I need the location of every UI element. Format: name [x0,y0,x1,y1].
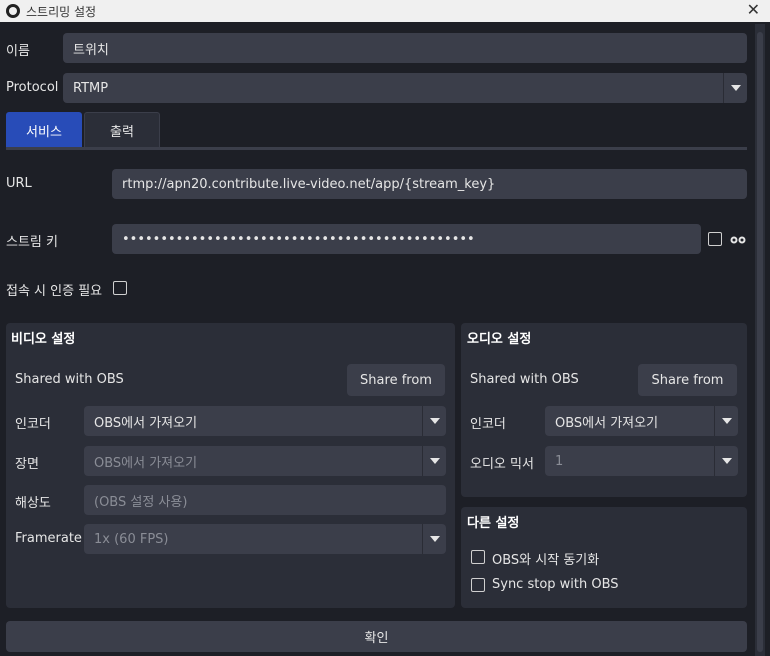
video-settings-title: 비디오 설정 [11,332,76,347]
sync-stop-label: Sync stop with OBS [492,577,619,592]
chevron-down-icon [723,73,747,103]
chevron-down-icon [714,446,738,476]
audio-mixer-label: 오디오 믹서 [470,457,534,472]
audio-encoder-value: OBS에서 가져오기 [555,415,659,431]
framerate-value: 1x (60 FPS) [94,531,169,547]
chevron-down-icon [714,406,738,436]
stream-key-label: 스트림 키 [6,235,58,250]
close-icon[interactable]: ✕ [747,0,760,20]
scrollbar-thumb[interactable] [757,32,763,652]
auth-label: 접속 시 인증 필요 [6,284,103,299]
sync-stop-checkbox[interactable] [471,578,485,592]
show-key-checkbox[interactable] [708,232,722,246]
url-label: URL [6,176,32,191]
title-bar: 스트리밍 설정 ✕ [0,0,770,22]
audio-share-from-button[interactable]: Share from [638,364,737,396]
name-input[interactable]: 트위치 [63,33,747,63]
url-input[interactable]: rtmp://apn20.contribute.live-video.net/a… [112,169,747,199]
protocol-value: RTMP [73,80,109,96]
obs-logo-icon [6,4,20,18]
protocol-label: Protocol [6,80,59,95]
audio-settings-title: 오디오 설정 [467,332,532,347]
auth-checkbox[interactable] [113,281,127,295]
video-encoder-value: OBS에서 가져오기 [94,415,198,431]
framerate-label: Framerate [15,531,82,546]
name-label: 이름 [6,44,30,59]
framerate-select[interactable]: 1x (60 FPS) [84,524,446,554]
audio-mixer-value: 1 [555,453,564,469]
video-encoder-label: 인코더 [15,417,51,432]
resolution-input[interactable]: (OBS 설정 사용) [84,485,446,515]
video-shared-label: Shared with OBS [15,372,124,387]
confirm-button[interactable]: 확인 [6,621,747,652]
scrollbar[interactable] [755,24,765,656]
protocol-select[interactable]: RTMP [63,73,747,103]
chevron-down-icon [422,406,446,436]
video-encoder-select[interactable]: OBS에서 가져오기 [84,406,446,436]
chevron-down-icon [422,524,446,554]
tab-output[interactable]: 출력 [84,112,160,148]
sync-start-label: OBS와 시작 동기화 [492,553,600,568]
other-settings-title: 다른 설정 [467,516,520,531]
audio-encoder-label: 인코더 [470,417,506,432]
audio-encoder-select[interactable]: OBS에서 가져오기 [545,406,738,436]
audio-shared-label: Shared with OBS [470,372,579,387]
scene-select[interactable]: OBS에서 가져오기 [84,446,446,476]
window-title: 스트리밍 설정 [26,4,97,19]
scene-label: 장면 [15,457,39,472]
chevron-down-icon [422,446,446,476]
sync-start-checkbox[interactable] [471,550,485,564]
link-icon[interactable] [730,235,746,245]
video-share-from-button[interactable]: Share from [347,364,445,396]
tab-service[interactable]: 서비스 [6,112,82,148]
resolution-label: 해상도 [15,496,51,511]
tab-divider [6,147,747,150]
stream-key-input[interactable]: ••••••••••••••••••••••••••••••••••••••••… [112,224,701,254]
audio-mixer-select[interactable]: 1 [545,446,738,476]
scene-value: OBS에서 가져오기 [94,455,198,471]
